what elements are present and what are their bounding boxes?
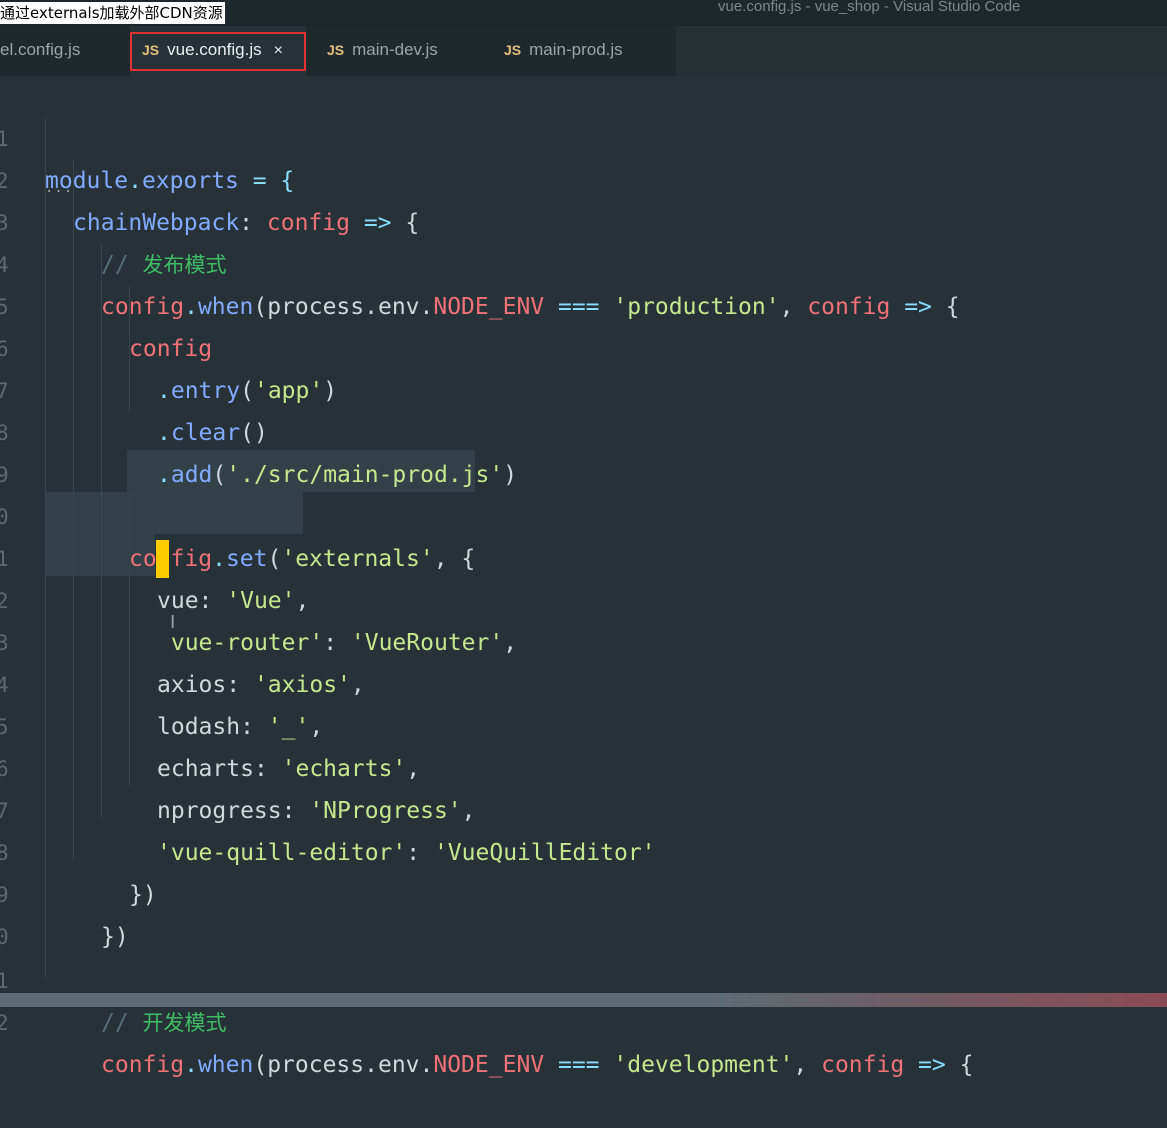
code-line: 5 echarts: 'echarts', bbox=[0, 664, 1167, 782]
title-bar: vue.config.js - vue_shop - Visual Studio… bbox=[0, 0, 1167, 26]
close-icon[interactable]: × bbox=[274, 42, 283, 59]
code-line: 7 .clear() bbox=[0, 328, 1167, 446]
code-line: 1 vue: 'Vue', bbox=[0, 496, 1167, 614]
code-line: 8 .add('./src/main-prod.js') bbox=[0, 370, 1167, 488]
line-number: 2 bbox=[0, 1011, 9, 1035]
code-line: 6 .entry('app') bbox=[0, 286, 1167, 404]
video-caption: 通过externals加载外部CDN资源 bbox=[0, 2, 225, 24]
code-line: 7 'vue-quill-editor': 'VueQuillEditor' bbox=[0, 748, 1167, 866]
js-file-icon: JS bbox=[142, 42, 160, 58]
js-file-icon: JS bbox=[504, 42, 522, 58]
code-line: 9 bbox=[0, 412, 1167, 487]
video-progress-strip bbox=[0, 993, 1167, 1007]
code-line: 4 lodash: '_', bbox=[0, 622, 1167, 740]
code-line: 6 nprogress: 'NProgress', bbox=[0, 706, 1167, 824]
editor-tab-bar: el.config.js JS vue.config.js × JS main-dev… bbox=[0, 26, 1167, 76]
tab-main-dev[interactable]: JS main-dev.js bbox=[327, 26, 487, 76]
tab-label: el.config.js bbox=[0, 40, 81, 59]
code-line: 8 }) bbox=[0, 790, 1167, 908]
window-title: vue.config.js - vue_shop - Visual Studio… bbox=[718, 0, 1021, 15]
code-line: 0 config.set('externals', { bbox=[0, 454, 1167, 572]
code-line: 3 // 发布模式 bbox=[0, 160, 1167, 278]
code-line: 5 config bbox=[0, 244, 1167, 362]
tab-label: main-prod.js bbox=[529, 40, 623, 59]
tab-label: main-dev.js bbox=[352, 40, 438, 59]
tab-label: vue.config.js bbox=[167, 40, 262, 59]
code-line: 2 'vue-router': 'VueRouter', bbox=[0, 538, 1167, 656]
code-line: 0 bbox=[0, 874, 1167, 949]
code-line: 1 module.exports = { bbox=[0, 76, 1167, 194]
code-line: 4 config.when(process.env.NODE_ENV === '… bbox=[0, 202, 1167, 320]
code-line: 1 // 开发模式 bbox=[0, 918, 1167, 1036]
tab-main-prod[interactable]: JS main-prod.js bbox=[504, 26, 674, 76]
code-editor[interactable]: ... 1 module.exports = { 2 chainWebpack:… bbox=[0, 76, 1167, 1078]
js-file-icon: JS bbox=[327, 42, 345, 58]
code-line: 2 chainWebpack: config => { bbox=[0, 118, 1167, 236]
code-line: 9 }) bbox=[0, 832, 1167, 950]
tab-bar-empty-area bbox=[676, 26, 1167, 76]
tab-vue-config[interactable]: JS vue.config.js × bbox=[130, 26, 306, 76]
tab-el-config[interactable]: el.config.js bbox=[0, 26, 120, 76]
